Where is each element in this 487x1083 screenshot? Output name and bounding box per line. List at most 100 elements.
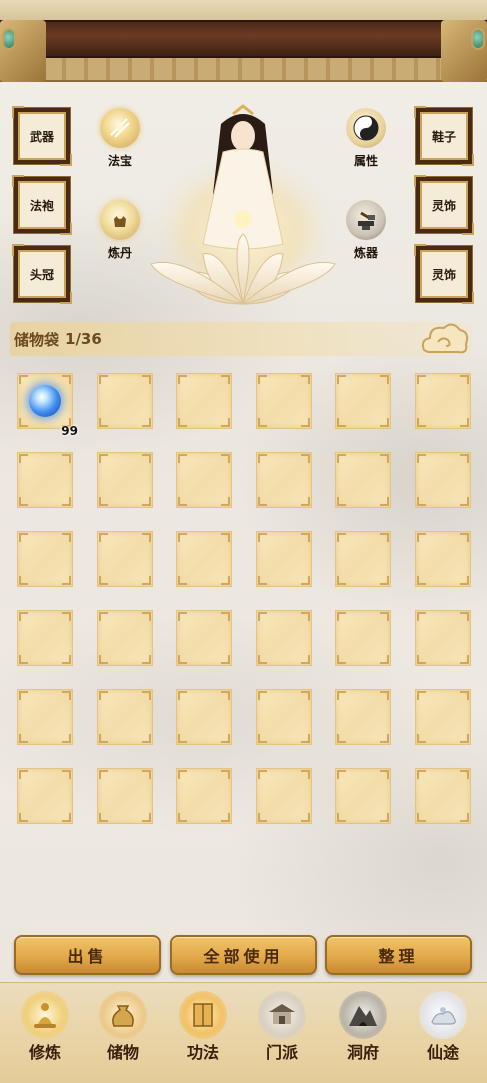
inventory-cell[interactable] (176, 452, 232, 508)
inventory-cell[interactable] (176, 768, 232, 824)
inventory-cell[interactable] (414, 452, 471, 508)
nav-item-sect[interactable]: 门派 (251, 983, 313, 1083)
inventory-cell[interactable] (96, 768, 153, 824)
inventory-cell[interactable] (17, 768, 73, 824)
cell-corner-ornament (416, 691, 426, 700)
inventory-cell[interactable] (335, 610, 391, 666)
inventory-cell[interactable] (255, 610, 312, 666)
inventory-cell[interactable] (414, 531, 471, 587)
inventory-cell[interactable] (255, 373, 312, 429)
inventory-cell[interactable] (17, 531, 73, 587)
sell-button[interactable]: 出售 (14, 935, 161, 975)
cell-corner-ornament (98, 533, 108, 542)
inventory-cell[interactable] (414, 610, 471, 666)
cell-corner-ornament (141, 533, 151, 542)
inventory-cell[interactable] (335, 373, 391, 429)
cell-corner-ornament (178, 734, 187, 743)
bag-icon (99, 991, 147, 1039)
inventory-cell[interactable] (414, 768, 471, 824)
cell-corner-ornament (62, 454, 71, 463)
cell-corner-ornament (300, 655, 310, 664)
nav-label: 仙途 (426, 1043, 459, 1062)
inventory-cell[interactable] (17, 452, 73, 508)
equip-slot-weapon[interactable]: 武器 (12, 106, 72, 166)
inventory-cell[interactable] (255, 689, 312, 745)
cloud-ornament-icon (421, 323, 469, 354)
cell-corner-ornament (98, 497, 108, 506)
inventory-cell[interactable] (96, 610, 153, 666)
cell-corner-ornament (337, 375, 346, 384)
cell-corner-ornament (380, 655, 389, 664)
cell-corner-ornament (221, 655, 230, 664)
equip-slot-accessory-2[interactable]: 灵饰 (414, 244, 474, 304)
inventory-cell[interactable] (255, 452, 312, 508)
cell-corner-ornament (19, 418, 28, 427)
cell-corner-ornament (459, 770, 469, 779)
cell-corner-ornament (459, 655, 469, 664)
cell-corner-ornament (300, 576, 310, 585)
equip-slot-label: 武器 (29, 129, 54, 144)
inventory-cell[interactable] (176, 610, 232, 666)
use-all-button[interactable]: 全部使用 (170, 935, 317, 975)
cell-corner-ornament (98, 612, 108, 621)
item-quantity: 99 (61, 424, 78, 438)
nav-label: 储物 (106, 1043, 139, 1062)
inventory-cell[interactable] (335, 531, 391, 587)
inventory-cell[interactable]: 99 (17, 373, 78, 438)
cell-corner-ornament (257, 533, 267, 542)
equip-slot-accessory-1[interactable]: 灵饰 (414, 175, 474, 235)
nav-item-techniques[interactable]: 功法 (172, 983, 234, 1083)
inventory-cell[interactable] (335, 768, 391, 824)
cell-corner-ornament (19, 734, 28, 743)
inventory-cell[interactable] (414, 373, 471, 429)
cell-corner-ornament (141, 691, 151, 700)
cell-corner-ornament (257, 612, 267, 621)
treasure-orb-icon (100, 108, 140, 148)
equip-slot-shoes[interactable]: 鞋子 (414, 106, 474, 166)
cell-corner-ornament (178, 375, 187, 384)
cell-corner-ornament (98, 418, 108, 427)
cell-corner-ornament (337, 612, 346, 621)
inventory-cell[interactable] (96, 452, 153, 508)
cell-corner-ornament (98, 576, 108, 585)
inventory-cell[interactable] (176, 373, 232, 429)
inventory-cell[interactable] (255, 531, 312, 587)
cell-corner-ornament (416, 497, 426, 506)
inventory-cell[interactable] (96, 373, 153, 429)
equip-slot-robe[interactable]: 法袍 (12, 175, 72, 235)
sort-button[interactable]: 整理 (325, 935, 472, 975)
cell-corner-ornament (141, 655, 151, 664)
inventory-cell[interactable] (335, 452, 391, 508)
equip-slot-crown[interactable]: 头冠 (12, 244, 72, 304)
cell-corner-ornament (380, 691, 389, 700)
cell-corner-ornament (257, 418, 267, 427)
inventory-cell[interactable] (96, 531, 153, 587)
inventory-cell[interactable] (17, 610, 73, 666)
cell-corner-ornament (62, 612, 71, 621)
inventory-cell[interactable] (176, 689, 232, 745)
cell-corner-ornament (221, 691, 230, 700)
cell-corner-ornament (178, 533, 187, 542)
equip-slot-label: 鞋子 (431, 129, 456, 144)
nav-item-immortal-path[interactable]: 仙途 (412, 983, 474, 1083)
inventory-cell[interactable] (96, 689, 153, 745)
inventory-cell[interactable] (176, 531, 232, 587)
cell-corner-ornament (178, 454, 187, 463)
cell-corner-ornament (416, 418, 426, 427)
cell-corner-ornament (337, 770, 346, 779)
cell-corner-ornament (459, 813, 469, 822)
inventory-cell[interactable] (335, 689, 391, 745)
inventory-cell[interactable] (17, 689, 73, 745)
cell-corner-ornament (380, 734, 389, 743)
inventory-cell[interactable] (414, 689, 471, 745)
cell-corner-ornament (380, 454, 389, 463)
cell-corner-ornament (19, 813, 28, 822)
beam-trim (0, 0, 487, 20)
nav-item-cave[interactable]: 洞府 (332, 983, 394, 1083)
nav-item-storage[interactable]: 储物 (92, 983, 154, 1083)
cell-corner-ornament (62, 691, 71, 700)
nav-label: 门派 (265, 1043, 298, 1062)
equip-slot-label: 法袍 (29, 198, 54, 213)
nav-item-cultivate[interactable]: 修炼 (14, 983, 76, 1083)
inventory-cell[interactable] (255, 768, 312, 824)
